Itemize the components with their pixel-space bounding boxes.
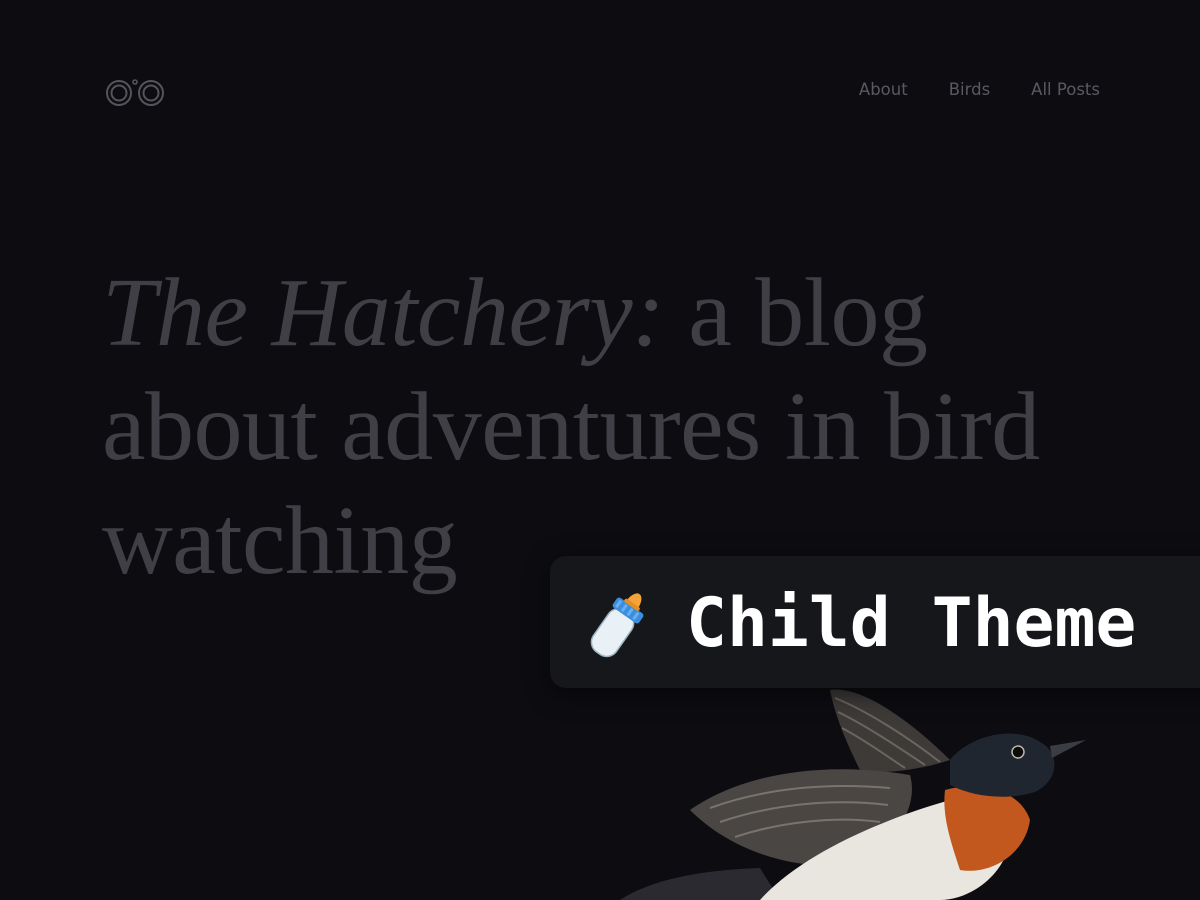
hero-title: The Hatchery: a blog about adventures in… — [102, 256, 1042, 598]
nav-birds-link[interactable]: Birds — [949, 80, 990, 99]
bird-illustration — [620, 689, 1086, 900]
badge-label: Child Theme — [686, 584, 1137, 663]
main-nav: About Birds All Posts — [859, 80, 1100, 99]
baby-bottle-icon — [590, 593, 644, 658]
hero-title-italic: The Hatchery: — [102, 259, 665, 367]
binoculars-icon[interactable] — [104, 76, 166, 108]
nav-about-link[interactable]: About — [859, 80, 908, 99]
nav-all-posts-link[interactable]: All Posts — [1031, 80, 1100, 99]
child-theme-badge: Child Theme — [550, 556, 1200, 688]
